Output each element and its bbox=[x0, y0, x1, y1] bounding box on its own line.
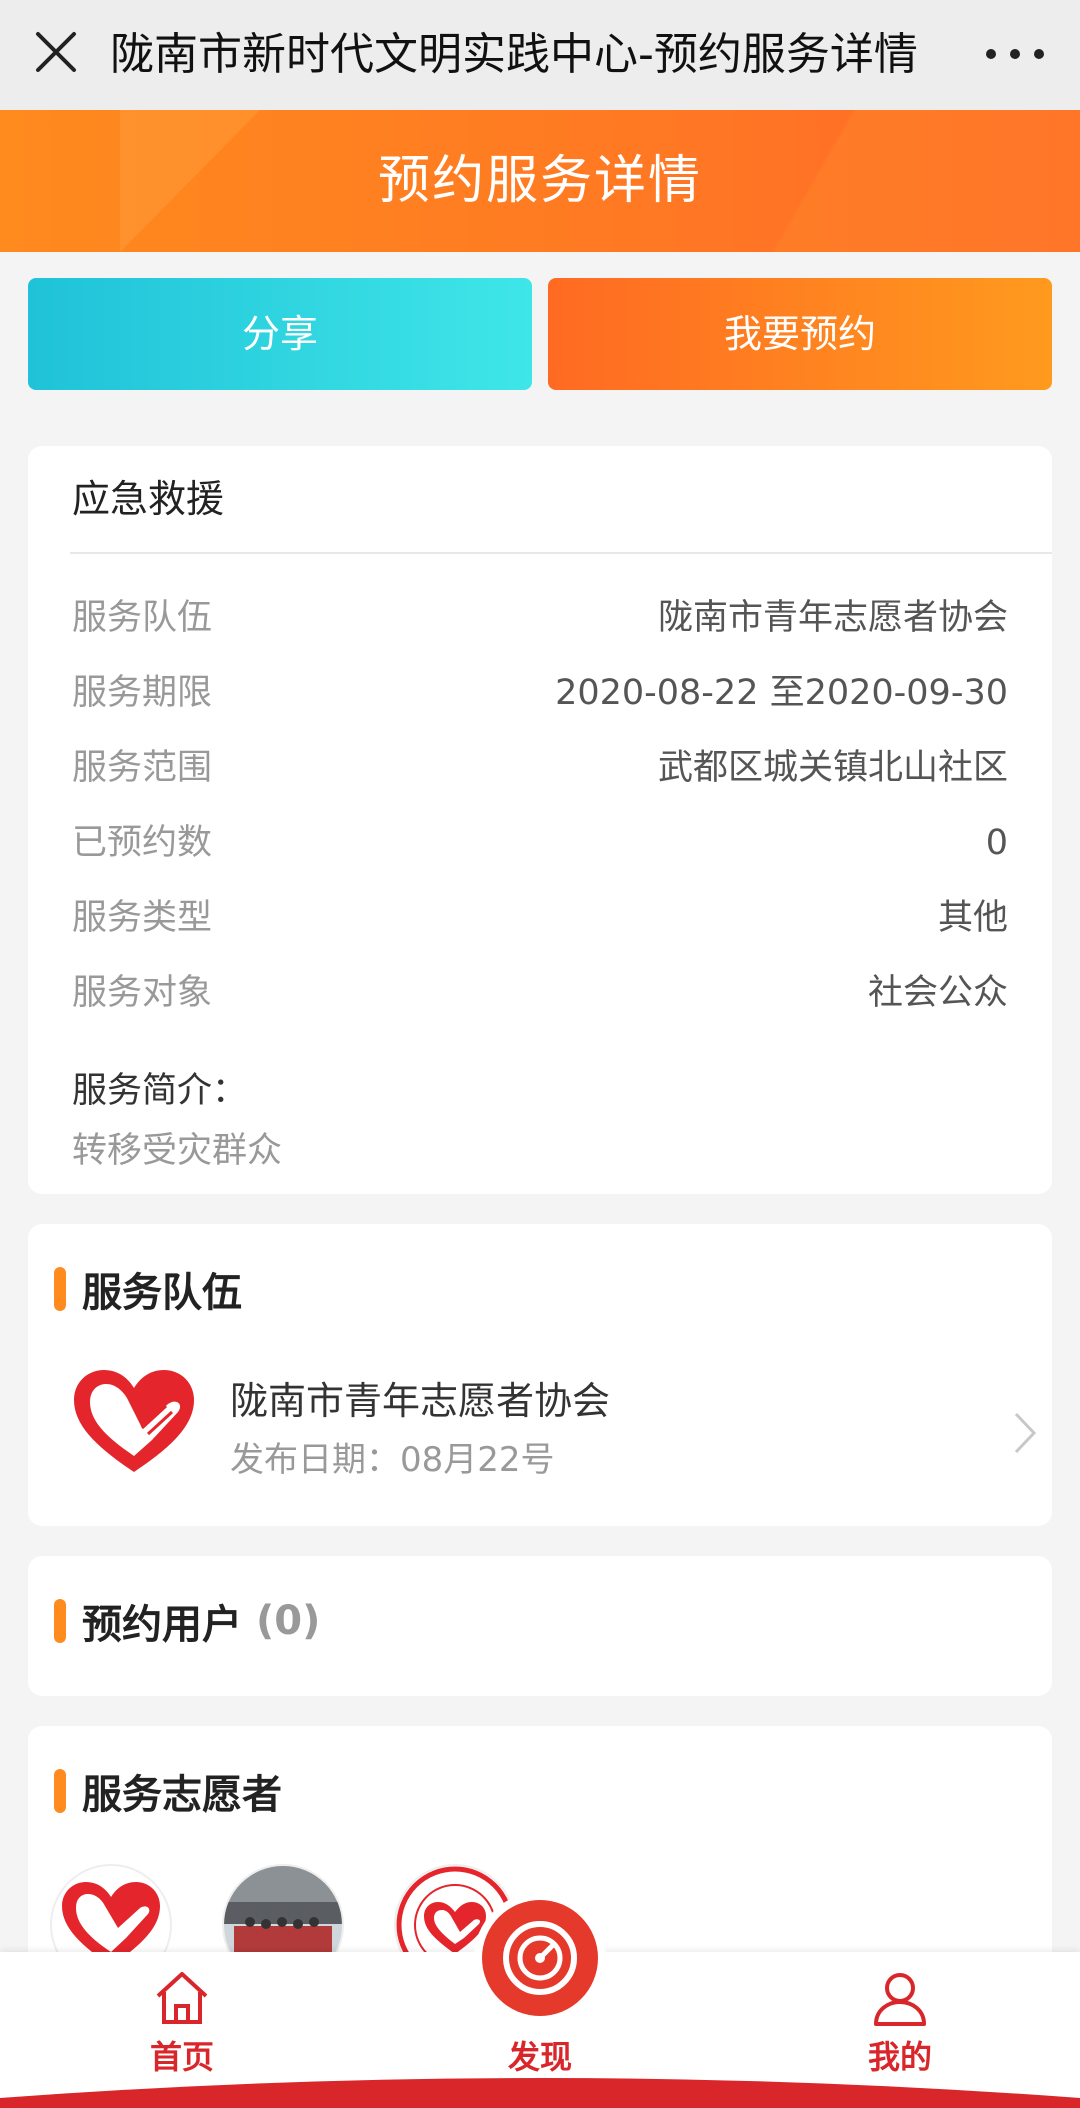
detail-value: 2020-08-22 至2020-09-30 bbox=[555, 673, 1008, 713]
tab-mine[interactable]: 我的 bbox=[800, 1966, 1000, 2086]
service-detail-card: 应急救援 服务队伍 陇南市青年志愿者协会 服务期限 2020-08-22 至20… bbox=[28, 446, 1052, 1194]
close-icon[interactable] bbox=[28, 24, 84, 80]
detail-value: 0 bbox=[985, 823, 1008, 863]
service-name: 应急救援 bbox=[72, 477, 225, 521]
detail-value: 社会公众 bbox=[867, 973, 1008, 1013]
detail-key: 已预约数 bbox=[72, 823, 213, 863]
user-icon bbox=[874, 1973, 926, 2026]
tab-mine-label: 我的 bbox=[867, 2038, 932, 2076]
section-title: 服务队伍 bbox=[54, 1260, 242, 1318]
detail-value: 武都区城关镇北山社区 bbox=[657, 748, 1008, 788]
detail-row: 服务对象 社会公众 bbox=[72, 963, 1008, 1023]
detail-row: 已预约数 0 bbox=[72, 813, 1008, 873]
section-title: 服务志愿者 bbox=[54, 1762, 282, 1820]
window-title: 陇南市新时代文明实践中心-预约服务详情 bbox=[110, 29, 918, 80]
detail-key: 服务队伍 bbox=[72, 598, 213, 638]
service-team-card[interactable]: 服务队伍 陇南市青年志愿者协会 发布日期：08月22号 bbox=[28, 1224, 1052, 1526]
detail-row: 服务类型 其他 bbox=[72, 888, 1008, 948]
section-accent-bar bbox=[54, 1267, 66, 1311]
team-publish-date: 发布日期：08月22号 bbox=[230, 1440, 555, 1480]
detail-row: 服务期限 2020-08-22 至2020-09-30 bbox=[72, 663, 1008, 723]
page-title: 预约服务详情 bbox=[377, 151, 702, 211]
volunteer-heart-logo-icon bbox=[74, 1370, 194, 1472]
intro-text: 转移受灾群众 bbox=[72, 1131, 283, 1171]
home-icon bbox=[156, 1972, 208, 2024]
section-accent-bar bbox=[54, 1769, 66, 1813]
detail-key: 服务范围 bbox=[72, 748, 213, 788]
section-title: 预约用户 (0) bbox=[54, 1592, 320, 1650]
book-button[interactable]: 我要预约 bbox=[548, 278, 1052, 390]
booked-users-count: (0) bbox=[256, 1598, 321, 1644]
detail-row: 服务队伍 陇南市青年志愿者协会 bbox=[72, 588, 1008, 648]
detail-key: 服务对象 bbox=[72, 973, 213, 1013]
detail-key: 服务期限 bbox=[72, 673, 213, 713]
section-accent-bar bbox=[54, 1599, 66, 1643]
more-icon[interactable] bbox=[980, 22, 1050, 86]
chevron-right-icon[interactable] bbox=[1010, 1410, 1040, 1456]
share-button[interactable]: 分享 bbox=[28, 278, 532, 390]
tab-home-label: 首页 bbox=[149, 2038, 214, 2076]
booked-users-card: 预约用户 (0) bbox=[28, 1556, 1052, 1696]
detail-value: 其他 bbox=[937, 898, 1008, 938]
detail-row: 服务范围 武都区城关镇北山社区 bbox=[72, 738, 1008, 798]
team-name: 陇南市青年志愿者协会 bbox=[230, 1379, 611, 1423]
page-banner: 预约服务详情 bbox=[0, 110, 1080, 252]
tab-discover[interactable] bbox=[482, 1900, 598, 2016]
detail-value: 陇南市青年志愿者协会 bbox=[657, 598, 1008, 638]
intro-label: 服务简介： bbox=[72, 1071, 248, 1111]
tab-home[interactable]: 首页 bbox=[82, 1966, 282, 2086]
section-title-text: 预约用户 bbox=[82, 1602, 242, 1648]
detail-key: 服务类型 bbox=[72, 898, 213, 938]
tab-discover-label: 发现 bbox=[507, 2038, 572, 2076]
section-title-text: 服务志愿者 bbox=[82, 1772, 282, 1818]
title-bar: 陇南市新时代文明实践中心-预约服务详情 bbox=[0, 0, 1080, 110]
divider bbox=[70, 552, 1052, 554]
section-title-text: 服务队伍 bbox=[82, 1270, 242, 1316]
discover-icon bbox=[503, 1921, 577, 1995]
